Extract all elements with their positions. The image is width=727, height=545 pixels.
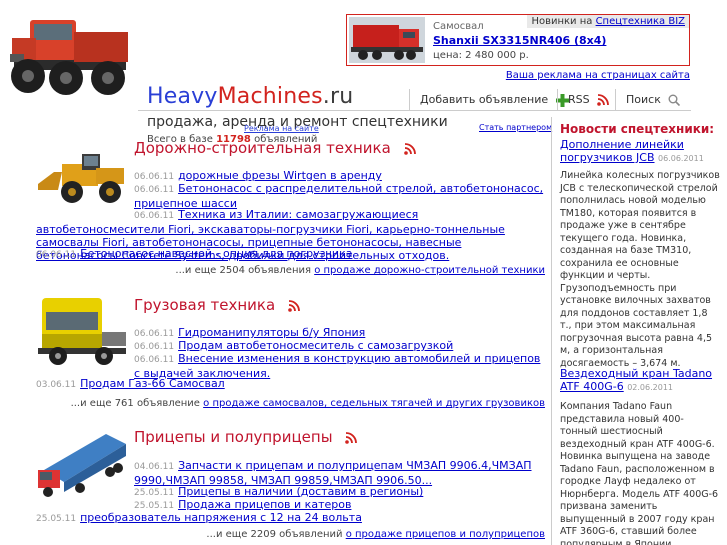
- ad-caption: Самосвал: [433, 21, 484, 32]
- item-link[interactable]: Прицепы в наличии (доставим в регионы): [178, 485, 423, 498]
- item-date: 06.06.11: [134, 355, 175, 365]
- item-link[interactable]: преобразователь напряжения с 12 на 24 во…: [80, 511, 362, 524]
- list-item: 06.06.11 Бетононасос навесной - опция для…: [36, 247, 544, 262]
- rss-icon: [597, 94, 610, 106]
- more-listings: ...и еще 2209 объявлений о продаже прице…: [206, 529, 545, 540]
- rss-icon[interactable]: [403, 142, 416, 155]
- item-link[interactable]: Гидроманипуляторы б/у Япония: [178, 326, 365, 339]
- item-link[interactable]: Продам автобетоносмеситель с самозагрузк…: [178, 339, 453, 352]
- item-date: 25.05.11: [134, 501, 175, 511]
- list-item: 25.05.11 преобразователь напряжения с 12 …: [36, 511, 544, 526]
- add-listing-label: Добавить объявление: [420, 93, 549, 106]
- top-menubar: Добавить объявление RSS Поиск: [138, 89, 691, 111]
- item-date: 06.06.11: [134, 342, 175, 352]
- item-date: 06.06.11: [134, 185, 175, 195]
- list-item: 06.06.11 Внесение изменения в конструкцию…: [134, 352, 544, 380]
- item-link[interactable]: дорожные фрезы Wirtgen в аренду: [178, 169, 382, 182]
- item-date: 25.05.11: [134, 488, 175, 498]
- sidebar-heading: Новости спецтехники:: [560, 122, 715, 136]
- truck-tractor-image[interactable]: [36, 294, 128, 371]
- section-title-road-label: Дорожно-строительная техника: [134, 139, 391, 157]
- ad-banner[interactable]: Самосвал Shanxii SX3315NR406 (8x4) цена:…: [346, 14, 690, 66]
- item-link[interactable]: Продажа прицепов и катеров: [178, 498, 351, 511]
- more-count: ...и еще 2209 объявлений: [206, 529, 343, 540]
- section-title-trailers-label: Прицепы и полуприцепы: [134, 428, 333, 446]
- become-partner-link[interactable]: Стать партнером: [479, 123, 552, 132]
- more-link[interactable]: о продаже дорожно-строительной техники: [314, 265, 545, 276]
- item-link[interactable]: Внесение изменения в конструкцию автомоб…: [134, 352, 540, 380]
- item-date: 06.06.11: [134, 172, 175, 182]
- item-link[interactable]: Бетононасос с распределительной стрелой,…: [134, 182, 543, 210]
- rss-button[interactable]: RSS: [557, 89, 615, 111]
- more-listings: ...и еще 2504 объявления о продаже дорож…: [175, 265, 545, 276]
- section-title-trucks[interactable]: Грузовая техника: [134, 296, 300, 314]
- sidebar-news-title: Дополнение линейки погрузчиков JCB 06.06…: [560, 138, 720, 165]
- search-icon: [668, 94, 681, 107]
- more-link[interactable]: о продаже самосвалов, седельных тягачей …: [203, 398, 545, 409]
- ad-new-link[interactable]: Спецтехника BIZ: [596, 16, 685, 27]
- ad-dump-truck-image[interactable]: [349, 17, 425, 63]
- list-item: 03.06.11 Продам Газ-66 Самосвал: [36, 377, 544, 392]
- sidebar-news-title: Вездеходный кран Tadano ATF 400G-6 02.06…: [560, 367, 720, 394]
- item-date: 06.06.11: [36, 250, 77, 260]
- ad-price: цена: 2 480 000 р.: [433, 50, 529, 61]
- item-link[interactable]: Запчасти к прицепам и полуприцепам ЧМЗАП…: [134, 459, 532, 487]
- sidebar-news-text: Компания Tadano Faun представила новый 4…: [560, 401, 719, 545]
- item-date: 06.06.11: [134, 329, 175, 339]
- news-sidebar: Новости спецтехники: Дополнение линейки …: [551, 117, 727, 545]
- ad-new-text: Новинки на: [531, 16, 593, 27]
- item-date: 03.06.11: [36, 380, 77, 390]
- item-link[interactable]: Продам Газ-66 Самосвал: [80, 377, 225, 390]
- ad-new-label: Новинки на Спецтехника BIZ: [527, 15, 689, 28]
- rss-label: RSS: [568, 93, 590, 106]
- ad-title-link[interactable]: Shanxii SX3315NR406 (8x4): [433, 34, 606, 47]
- advertise-on-site-link[interactable]: Реклама на сайте: [244, 124, 319, 133]
- logo-truck-image[interactable]: [8, 12, 133, 100]
- advertise-link[interactable]: Ваша реклама на страницах сайта: [506, 70, 690, 81]
- section-title-trucks-label: Грузовая техника: [134, 296, 276, 314]
- search-label: Поиск: [626, 93, 661, 106]
- list-item: 06.06.11 Бетононасос с распределительной …: [134, 182, 544, 210]
- rss-icon[interactable]: [345, 431, 358, 444]
- more-listings: ...и еще 761 объявление о продаже самосв…: [71, 398, 545, 409]
- more-link[interactable]: о продаже прицепов и полуприцепов: [346, 529, 545, 540]
- sidebar-news-date: 02.06.2011: [627, 383, 674, 392]
- more-count: ...и еще 2504 объявления: [175, 265, 311, 276]
- item-link[interactable]: Бетононасос навесной - опция для погрузч…: [80, 247, 352, 260]
- wheel-loader-image[interactable]: [36, 150, 128, 207]
- item-date: 25.05.11: [36, 514, 77, 524]
- add-listing-button[interactable]: Добавить объявление: [409, 89, 569, 111]
- section-title-trailers[interactable]: Прицепы и полуприцепы: [134, 428, 358, 446]
- list-item: 04.06.11 Запчасти к прицепам и полуприцеп…: [134, 459, 544, 487]
- sidebar-news-text: Линейка колесных погрузчиков JCB с телес…: [560, 170, 720, 369]
- item-date: 06.06.11: [134, 211, 175, 221]
- sidebar-news-date: 06.06.2011: [658, 154, 704, 163]
- search-button[interactable]: Поиск: [615, 89, 691, 111]
- more-count: ...и еще 761 объявление: [70, 398, 200, 409]
- semi-trailer-image[interactable]: [36, 426, 128, 505]
- item-date: 04.06.11: [134, 462, 175, 472]
- section-title-road[interactable]: Дорожно-строительная техника: [134, 139, 416, 157]
- rss-icon[interactable]: [288, 299, 300, 312]
